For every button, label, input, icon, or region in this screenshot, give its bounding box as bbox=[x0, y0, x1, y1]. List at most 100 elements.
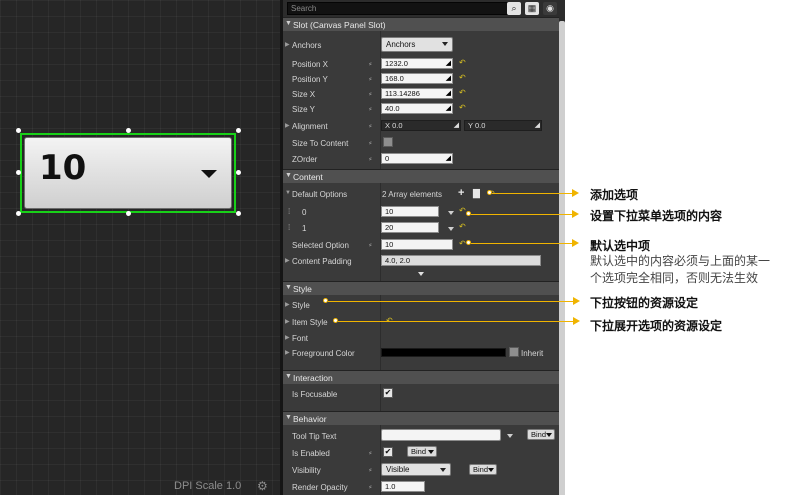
bind-link-icon[interactable]: ⸗ bbox=[369, 59, 372, 68]
visibility-dropdown[interactable]: Visible bbox=[381, 463, 451, 476]
selected-option-field[interactable]: 10 bbox=[381, 239, 453, 250]
is-enabled-checkbox[interactable]: ✔ bbox=[383, 447, 393, 457]
search-icon[interactable]: ⌕ bbox=[507, 2, 521, 15]
drag-handle-icon[interactable]: ◢ bbox=[454, 122, 459, 130]
bind-link-icon[interactable]: ⸗ bbox=[369, 104, 372, 113]
show-advanced-icon[interactable] bbox=[418, 272, 424, 276]
resize-handle-bottom-right[interactable] bbox=[236, 211, 241, 216]
reset-to-default-icon[interactable]: ↶ bbox=[459, 206, 466, 215]
resize-handle-bottom-left[interactable] bbox=[16, 211, 21, 216]
anchors-dropdown[interactable]: Anchors bbox=[381, 37, 453, 52]
drag-grip-icon[interactable]: ⁞ bbox=[288, 223, 290, 232]
bind-button[interactable]: Bind bbox=[527, 429, 555, 440]
drag-handle-icon[interactable]: ◢ bbox=[446, 60, 451, 68]
drag-handle-icon[interactable]: ◢ bbox=[446, 75, 451, 83]
annotation-note: 默认选中的内容必须与上面的某一 bbox=[590, 254, 771, 268]
bind-button[interactable]: Bind bbox=[407, 446, 437, 457]
resize-handle-left[interactable] bbox=[16, 170, 21, 175]
drag-handle-icon[interactable]: ◢ bbox=[446, 105, 451, 113]
resize-handle-bottom[interactable] bbox=[126, 211, 131, 216]
alignment-y-field[interactable]: Y 0.0 ◢ bbox=[464, 120, 542, 131]
search-input[interactable] bbox=[287, 2, 519, 15]
size-y-field[interactable]: 40.0 ◢ bbox=[381, 103, 453, 114]
reset-to-default-icon[interactable]: ↶ bbox=[459, 103, 466, 112]
category-style[interactable]: ▼ Style bbox=[283, 281, 559, 295]
reset-to-default-icon[interactable]: ↶ bbox=[459, 239, 466, 248]
expand-arrow-icon[interactable]: ▶ bbox=[285, 41, 290, 48]
drag-handle-icon[interactable]: ◢ bbox=[535, 122, 540, 130]
designer-canvas[interactable]: 10 DPI Scale 1.0 ⚙ bbox=[0, 0, 280, 495]
eye-icon[interactable]: ◉ bbox=[543, 2, 557, 15]
bind-button[interactable]: Bind bbox=[469, 464, 497, 475]
category-interaction[interactable]: ▼ Interaction bbox=[283, 370, 559, 384]
property-label: Default Options bbox=[292, 190, 348, 199]
combobox-widget[interactable]: 10 bbox=[24, 137, 232, 209]
expand-arrow-icon[interactable]: ▶ bbox=[285, 349, 290, 356]
bind-link-icon[interactable]: ⸗ bbox=[369, 482, 372, 491]
chevron-down-icon[interactable] bbox=[448, 211, 454, 215]
position-x-field[interactable]: 1232.0 ◢ bbox=[381, 58, 453, 69]
drag-handle-icon[interactable]: ◢ bbox=[446, 90, 451, 98]
option-1-field[interactable]: 20 bbox=[381, 222, 439, 233]
field-value: 113.14286 bbox=[385, 89, 420, 98]
drag-handle-icon[interactable]: ◢ bbox=[446, 155, 451, 163]
expand-arrow-icon[interactable]: ▶ bbox=[285, 318, 290, 325]
expand-arrow-icon[interactable]: ▶ bbox=[285, 122, 290, 129]
position-y-field[interactable]: 168.0 ◢ bbox=[381, 73, 453, 84]
details-panel: ⌕ ▦ ◉ ▼ Slot (Canvas Panel Slot) ▶ Ancho… bbox=[280, 0, 565, 495]
resize-handle-top-right[interactable] bbox=[236, 128, 241, 133]
bind-link-icon[interactable]: ⸗ bbox=[369, 74, 372, 83]
expand-arrow-icon[interactable]: ▶ bbox=[285, 301, 290, 308]
alignment-x-field[interactable]: X 0.0 ◢ bbox=[381, 120, 461, 131]
grid-view-icon[interactable]: ▦ bbox=[525, 2, 539, 15]
scrollbar-thumb[interactable] bbox=[559, 21, 565, 495]
bind-link-icon[interactable]: ⸗ bbox=[369, 465, 372, 474]
annotation-label: 默认选中项 bbox=[590, 239, 651, 253]
tooltip-text-field[interactable] bbox=[381, 429, 501, 441]
collapse-arrow-icon[interactable]: ▼ bbox=[285, 190, 291, 196]
bind-link-icon[interactable]: ⸗ bbox=[369, 154, 372, 163]
row-option-0: ⁞ 0 10 ↶ bbox=[283, 204, 559, 219]
gear-icon[interactable]: ⚙ bbox=[257, 479, 268, 493]
field-value: Y 0.0 bbox=[468, 121, 486, 130]
reset-to-default-icon[interactable]: ↶ bbox=[459, 88, 466, 97]
bind-link-icon[interactable]: ⸗ bbox=[369, 89, 372, 98]
annotation-arrow bbox=[572, 189, 579, 197]
content-padding-field[interactable]: 4.0, 2.0 bbox=[381, 255, 541, 266]
inherit-checkbox[interactable] bbox=[509, 347, 519, 357]
bind-link-icon[interactable]: ⸗ bbox=[369, 121, 372, 130]
resize-handle-right[interactable] bbox=[236, 170, 241, 175]
field-value: X 0.0 bbox=[385, 121, 403, 130]
combobox-selection-outline[interactable]: 10 bbox=[20, 133, 236, 213]
render-opacity-field[interactable]: 1.0 bbox=[381, 481, 425, 492]
drag-grip-icon[interactable]: ⁞ bbox=[288, 207, 290, 216]
reset-to-default-icon[interactable]: ↶ bbox=[459, 222, 466, 231]
foreground-color-swatch[interactable] bbox=[381, 348, 506, 357]
trash-icon[interactable]: ▇ bbox=[473, 188, 480, 199]
annotation-line bbox=[471, 243, 572, 244]
expand-arrow-icon[interactable]: ▶ bbox=[285, 257, 290, 264]
size-x-field[interactable]: 113.14286 ◢ bbox=[381, 88, 453, 99]
bind-link-icon[interactable]: ⸗ bbox=[369, 240, 372, 249]
category-behavior[interactable]: ▼ Behavior bbox=[283, 411, 559, 425]
size-to-content-checkbox[interactable] bbox=[383, 137, 393, 147]
bind-link-icon[interactable]: ⸗ bbox=[369, 448, 372, 457]
add-element-icon[interactable]: + bbox=[458, 187, 464, 199]
option-0-field[interactable]: 10 bbox=[381, 206, 439, 217]
reset-to-default-icon[interactable]: ↶ bbox=[459, 73, 466, 82]
bind-link-icon[interactable]: ⸗ bbox=[369, 138, 372, 147]
chevron-down-icon[interactable] bbox=[448, 227, 454, 231]
resize-handle-top[interactable] bbox=[126, 128, 131, 133]
category-slot[interactable]: ▼ Slot (Canvas Panel Slot) bbox=[283, 17, 559, 31]
zorder-field[interactable]: 0 ◢ bbox=[381, 153, 453, 164]
category-content[interactable]: ▼ Content bbox=[283, 169, 559, 183]
expand-arrow-icon[interactable]: ▶ bbox=[285, 334, 290, 341]
details-scrollbar[interactable] bbox=[559, 17, 565, 495]
chevron-down-icon[interactable] bbox=[507, 434, 513, 438]
is-focusable-checkbox[interactable]: ✔ bbox=[383, 388, 393, 398]
annotation-label: 添加选项 bbox=[590, 188, 639, 202]
field-value: 10 bbox=[385, 240, 394, 249]
reset-to-default-icon[interactable]: ↶ bbox=[459, 58, 466, 67]
property-label: Size To Content bbox=[292, 139, 349, 148]
resize-handle-top-left[interactable] bbox=[16, 128, 21, 133]
